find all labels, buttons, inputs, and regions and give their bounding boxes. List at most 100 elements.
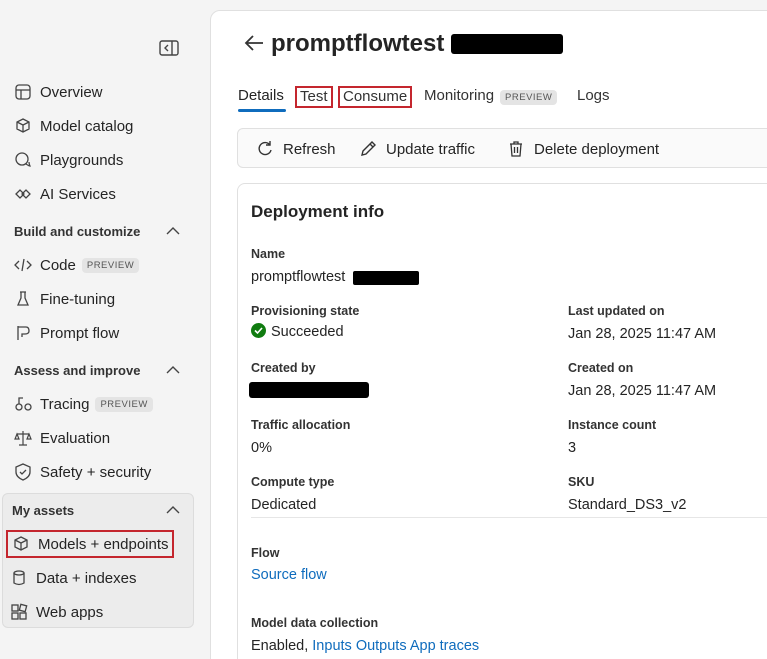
nav-item-code[interactable]: Code PREVIEW [14, 252, 140, 278]
nav-item-web-apps[interactable]: Web apps [10, 599, 103, 625]
nav-label: AI Services [40, 185, 116, 203]
flow-label: Flow [251, 546, 280, 560]
nav-item-model-catalog[interactable]: Model catalog [14, 113, 133, 139]
ai-services-icon [14, 185, 32, 203]
created-on-value: Jan 28, 2025 11:47 AM [568, 383, 717, 399]
section-assess-and-improve[interactable]: Assess and improve [14, 360, 180, 380]
database-icon [10, 569, 28, 587]
flask-icon [14, 290, 32, 308]
nav-label: Overview [40, 83, 103, 101]
redacted-created-by [249, 382, 369, 398]
cube-icon [12, 535, 30, 553]
left-navigation: Overview Model catalog Playgrounds AI Se… [0, 0, 205, 659]
app-traces-link[interactable]: App traces [410, 638, 479, 654]
section-my-assets[interactable]: My assets [12, 500, 180, 520]
tab-logs[interactable]: Logs [577, 85, 610, 107]
tracing-icon [14, 395, 32, 413]
source-flow-link[interactable]: Source flow [251, 567, 327, 583]
active-tab-indicator [238, 109, 286, 112]
nav-label: Data + indexes [36, 569, 137, 587]
tab-label: Monitoring [424, 87, 495, 104]
preview-badge: PREVIEW [500, 90, 558, 105]
nav-item-playgrounds[interactable]: Playgrounds [14, 147, 123, 173]
update-traffic-button[interactable]: Update traffic [359, 138, 475, 160]
section-build-and-customize[interactable]: Build and customize [14, 221, 180, 241]
sku-value: Standard_DS3_v2 [568, 497, 687, 513]
compute-type-value: Dedicated [251, 497, 317, 513]
tab-label: Consume [343, 88, 408, 105]
nav-label: Evaluation [40, 429, 111, 447]
button-label: Refresh [283, 140, 336, 158]
traffic-allocation-value: 0% [251, 440, 272, 456]
nav-item-overview[interactable]: Overview [14, 79, 103, 105]
sku-label: SKU [568, 475, 595, 489]
nav-label: Fine-tuning [40, 290, 116, 308]
back-arrow-icon[interactable] [243, 33, 265, 53]
dashboard-icon [14, 83, 32, 101]
chevron-up-icon [166, 227, 180, 235]
section-title: My assets [12, 502, 75, 518]
created-by-label: Created by [251, 361, 316, 375]
nav-label: Code [40, 256, 76, 274]
name-value: promptflowtest [251, 269, 346, 285]
nav-label: Tracing [40, 395, 90, 413]
shield-icon [14, 463, 32, 481]
chevron-up-icon [166, 366, 180, 374]
delete-deployment-button[interactable]: Delete deployment [507, 138, 659, 160]
scales-icon [14, 429, 32, 447]
trash-icon [510, 141, 522, 157]
model-data-collection-label: Model data collection [251, 616, 379, 630]
inputs-link[interactable]: Inputs [312, 638, 352, 654]
nav-item-ai-services[interactable]: AI Services [14, 181, 116, 207]
nav-label: Playgrounds [40, 151, 124, 169]
nav-label: Model catalog [40, 117, 134, 135]
refresh-icon [258, 141, 272, 156]
chat-bubbles-icon [14, 151, 32, 169]
tab-label: Details [238, 87, 284, 104]
name-label: Name [251, 247, 286, 261]
redacted-name-suffix [353, 271, 419, 285]
nav-item-fine-tuning[interactable]: Fine-tuning [14, 286, 115, 312]
button-label: Update traffic [386, 140, 475, 158]
outputs-link[interactable]: Outputs [356, 638, 407, 654]
apps-icon [10, 603, 28, 621]
tab-consume[interactable]: Consume [338, 86, 413, 108]
command-bar: Refresh Update traffic Delete deployment [237, 128, 767, 168]
tab-details[interactable]: Details [238, 85, 284, 107]
section-title: Build and customize [14, 223, 141, 239]
nav-item-models-endpoints[interactable]: Models + endpoints [6, 530, 174, 558]
tab-label: Test [300, 88, 328, 105]
tab-test[interactable]: Test [295, 86, 333, 108]
preview-badge: PREVIEW [95, 396, 153, 412]
deployment-panel: promptflowtest Details Test Consume Moni… [210, 10, 767, 659]
page-title: promptflowtest [271, 30, 445, 57]
deployment-info-card: Deployment info Name promptflowtest Prov… [237, 183, 767, 659]
preview-badge: PREVIEW [81, 257, 140, 273]
nav-item-data-indexes[interactable]: Data + indexes [10, 565, 136, 591]
nav-label: Prompt flow [40, 324, 120, 342]
last-updated-label: Last updated on [568, 304, 665, 318]
collapse-sidebar-icon[interactable] [159, 40, 179, 56]
nav-item-evaluation[interactable]: Evaluation [14, 425, 110, 451]
redacted-title-suffix [451, 34, 563, 54]
code-icon [14, 256, 32, 274]
pencil-icon [361, 141, 376, 156]
nav-item-safety-security[interactable]: Safety + security [14, 459, 151, 485]
card-title: Deployment info [251, 202, 385, 221]
flow-icon [14, 324, 32, 342]
tab-monitoring[interactable]: Monitoring PREVIEW [424, 85, 558, 109]
nav-item-tracing[interactable]: Tracing PREVIEW [14, 391, 153, 417]
section-title: Assess and improve [14, 362, 141, 378]
last-updated-value: Jan 28, 2025 11:47 AM [568, 326, 717, 342]
model-data-collection-value: Enabled, Inputs Outputs App traces [251, 638, 479, 654]
success-check-icon [251, 323, 266, 338]
tab-label: Logs [577, 87, 610, 104]
created-on-label: Created on [568, 361, 634, 375]
button-label: Delete deployment [534, 140, 660, 158]
nav-label: Safety + security [40, 463, 152, 481]
nav-item-prompt-flow[interactable]: Prompt flow [14, 320, 119, 346]
refresh-button[interactable]: Refresh [256, 138, 336, 160]
status-text: Succeeded [271, 324, 344, 340]
compute-type-label: Compute type [251, 475, 335, 489]
nav-label: Models + endpoints [38, 535, 169, 553]
